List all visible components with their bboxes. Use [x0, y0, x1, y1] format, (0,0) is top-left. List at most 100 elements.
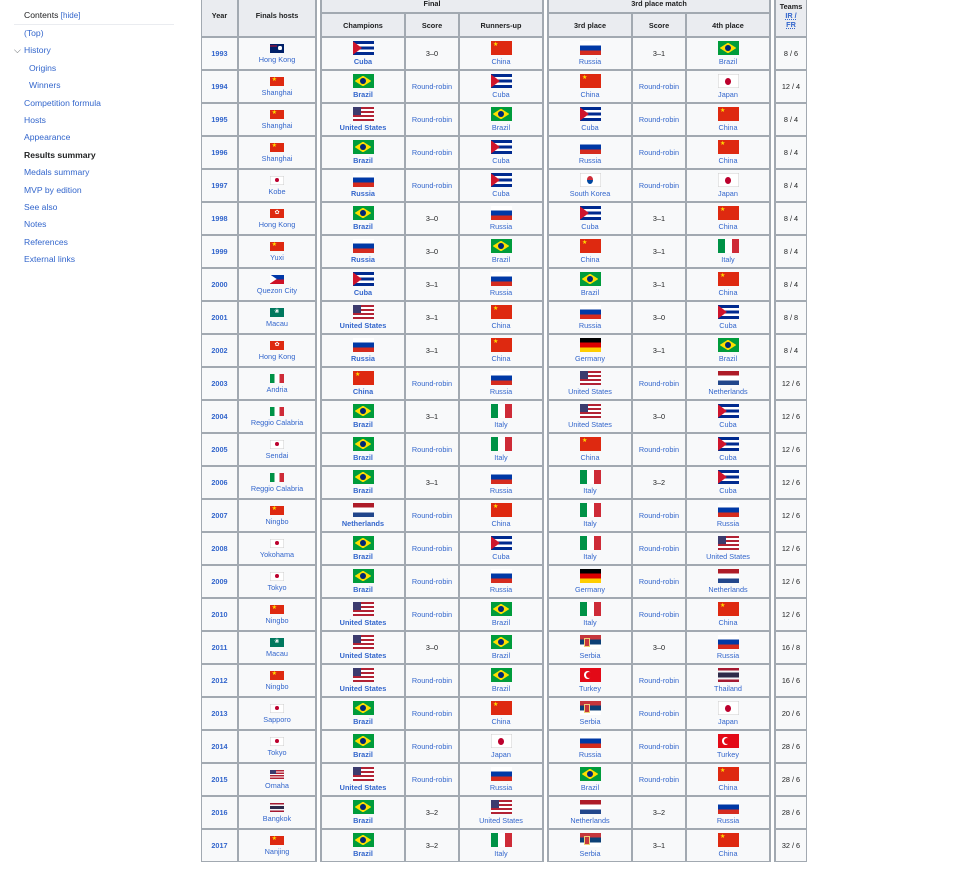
brazil-flag-icon[interactable] [717, 41, 739, 55]
fourth-place-name[interactable]: Japan [718, 189, 738, 198]
year-link[interactable]: 2004 [211, 412, 227, 421]
russia-flag-icon[interactable] [490, 272, 512, 286]
macau-flag-icon[interactable]: ❀ [270, 637, 284, 647]
turkey-flag-icon[interactable] [717, 734, 739, 748]
russia-flag-icon[interactable] [579, 734, 601, 748]
host-name[interactable]: Yokohama [260, 550, 294, 559]
year-link[interactable]: 2008 [211, 544, 227, 553]
brazil-flag-icon[interactable] [352, 470, 374, 484]
final-score[interactable]: Round-robin [412, 115, 452, 124]
japan-flag-icon[interactable] [717, 701, 739, 715]
third-match-score[interactable]: Round-robin [639, 676, 679, 685]
runner-up-name[interactable]: Brazil [492, 123, 510, 132]
japan-flag-icon[interactable] [270, 571, 284, 581]
host-name[interactable]: Andria [266, 385, 287, 394]
champion-name[interactable]: United States [340, 651, 387, 660]
runner-up-name[interactable]: Italy [494, 849, 507, 858]
runner-up-name[interactable]: Brazil [492, 651, 510, 660]
cuba-flag-icon[interactable] [490, 173, 512, 187]
china-flag-icon[interactable]: ★ [717, 767, 739, 781]
russia-flag-icon[interactable] [717, 635, 739, 649]
host-name[interactable]: Tokyo [267, 583, 286, 592]
cuba-flag-icon[interactable] [717, 470, 739, 484]
champion-name[interactable]: United States [340, 684, 387, 693]
brazil-flag-icon[interactable] [579, 272, 601, 286]
runner-up-name[interactable]: Russia [490, 783, 512, 792]
runner-up-name[interactable]: United States [479, 816, 523, 825]
year-link[interactable]: 2007 [211, 511, 227, 520]
toc-item-external-links[interactable]: External links [14, 251, 174, 268]
cuba-flag-icon[interactable] [490, 74, 512, 88]
third-place-name[interactable]: Turkey [579, 684, 601, 693]
brazil-flag-icon[interactable] [352, 569, 374, 583]
fourth-place-name[interactable]: Brazil [719, 57, 737, 66]
fourth-place-name[interactable]: China [718, 618, 737, 627]
italy-flag-icon[interactable] [579, 470, 601, 484]
china-flag-icon[interactable]: ★ [717, 833, 739, 847]
china-flag-icon[interactable]: ★ [270, 505, 284, 515]
third-match-score[interactable]: Round-robin [639, 709, 679, 718]
netherlands-flag-icon[interactable] [579, 800, 601, 814]
third-place-name[interactable]: Cuba [581, 222, 598, 231]
japan-flag-icon[interactable] [270, 175, 284, 185]
brazil-flag-icon[interactable] [717, 338, 739, 352]
russia-flag-icon[interactable] [352, 239, 374, 253]
year-link[interactable]: 2003 [211, 379, 227, 388]
toc-item-notes[interactable]: Notes [14, 216, 174, 233]
macau-flag-icon[interactable]: ❀ [270, 307, 284, 317]
year-link[interactable]: 2011 [212, 643, 228, 652]
runner-up-name[interactable]: Japan [491, 750, 511, 759]
japan-flag-icon[interactable] [270, 538, 284, 548]
cuba-flag-icon[interactable] [717, 437, 739, 451]
host-name[interactable]: Tokyo [267, 748, 286, 757]
brazil-flag-icon[interactable] [352, 74, 374, 88]
champion-name[interactable]: Russia [351, 354, 375, 363]
italy-flag-icon[interactable] [490, 404, 512, 418]
final-score[interactable]: Round-robin [412, 181, 452, 190]
third-match-score[interactable]: Round-robin [639, 115, 679, 124]
korea-flag-icon[interactable] [579, 173, 601, 187]
champion-name[interactable]: United States [340, 783, 387, 792]
year-link[interactable]: 2014 [211, 742, 227, 751]
china-flag-icon[interactable]: ★ [270, 142, 284, 152]
third-match-score[interactable]: Round-robin [639, 379, 679, 388]
runner-up-name[interactable]: Cuba [492, 90, 509, 99]
usa-flag-icon[interactable] [352, 107, 374, 121]
chevron-down-icon[interactable]: ⌵ [14, 42, 21, 59]
fourth-place-name[interactable]: Netherlands [708, 585, 747, 594]
fourth-place-name[interactable]: China [718, 288, 737, 297]
year-link[interactable]: 1993 [211, 49, 227, 58]
brazil-flag-icon[interactable] [579, 767, 601, 781]
third-match-score[interactable]: Round-robin [639, 148, 679, 157]
year-link[interactable]: 1999 [211, 247, 227, 256]
third-place-name[interactable]: Russia [579, 321, 601, 330]
final-score[interactable]: Round-robin [412, 742, 452, 751]
header-teams-ir[interactable]: IR / [776, 11, 806, 20]
year-link[interactable]: 1994 [211, 82, 227, 91]
fourth-place-name[interactable]: Cuba [719, 486, 736, 495]
fourth-place-name[interactable]: Netherlands [708, 387, 747, 396]
host-name[interactable]: Ningbo [265, 682, 288, 691]
final-score[interactable]: Round-robin [412, 709, 452, 718]
runner-up-name[interactable]: Brazil [492, 255, 510, 264]
third-match-score[interactable]: Round-robin [639, 775, 679, 784]
japan-flag-icon[interactable] [717, 173, 739, 187]
brazil-flag-icon[interactable] [352, 206, 374, 220]
year-link[interactable]: 1995 [211, 115, 227, 124]
russia-flag-icon[interactable] [490, 470, 512, 484]
host-name[interactable]: Hong Kong [259, 220, 296, 229]
toc-hide-link[interactable]: [hide] [61, 11, 81, 20]
fourth-place-name[interactable]: Cuba [719, 321, 736, 330]
russia-flag-icon[interactable] [490, 206, 512, 220]
host-name[interactable]: Sapporo [263, 715, 291, 724]
third-place-name[interactable]: Serbia [579, 651, 600, 660]
fourth-place-name[interactable]: United States [706, 552, 750, 561]
china-flag-icon[interactable]: ★ [717, 107, 739, 121]
russia-flag-icon[interactable] [490, 371, 512, 385]
china-flag-icon[interactable]: ★ [717, 602, 739, 616]
third-place-name[interactable]: Russia [579, 57, 601, 66]
host-name[interactable]: Ningbo [265, 616, 288, 625]
final-score[interactable]: Round-robin [412, 379, 452, 388]
third-match-score[interactable]: Round-robin [639, 181, 679, 190]
fourth-place-name[interactable]: Japan [718, 90, 738, 99]
